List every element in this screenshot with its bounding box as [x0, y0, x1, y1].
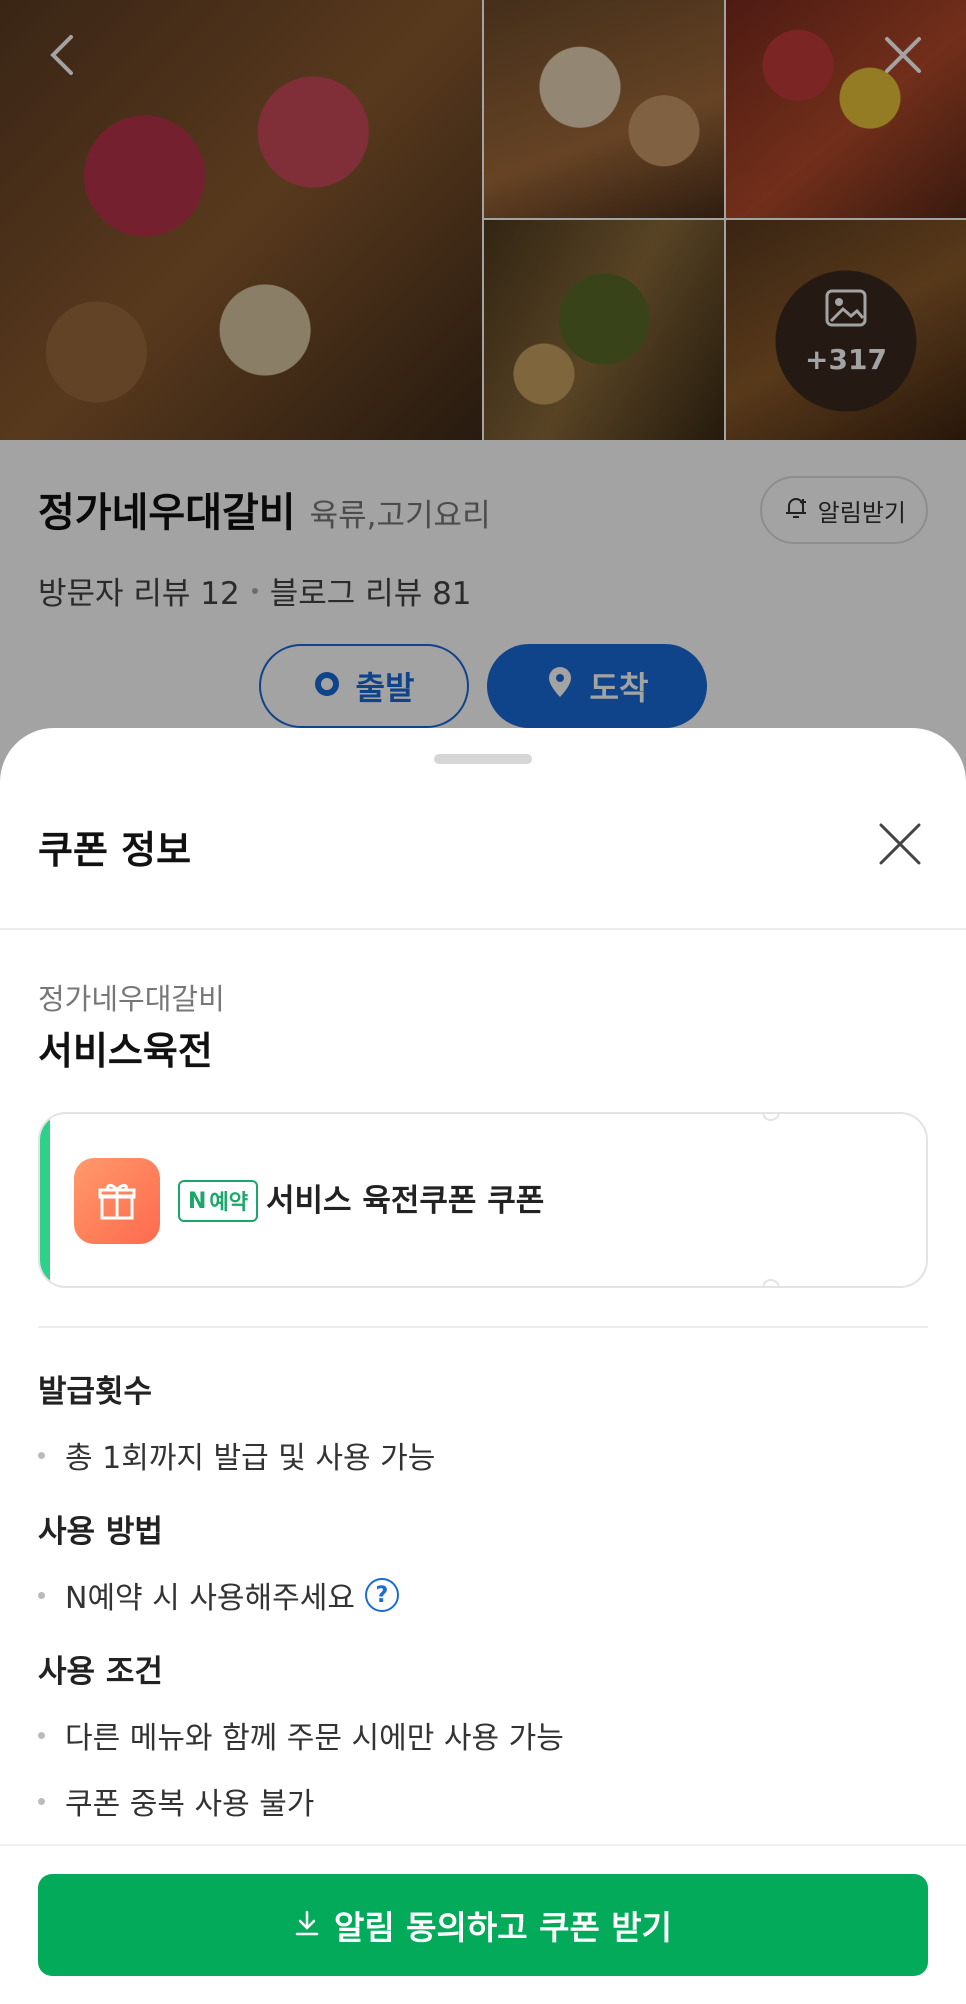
- n-logo: N: [188, 1188, 207, 1214]
- get-coupon-button[interactable]: 알림 동의하고 쿠폰 받기: [38, 1874, 928, 1976]
- coupon-sheet: 쿠폰 정보 정가네우대갈비 서비스육전 N 예약 서비스 육전쿠폰 쿠폰 발급횟…: [0, 728, 966, 2004]
- gift-icon: [74, 1158, 160, 1244]
- coupon-name: 서비스육전: [38, 1029, 213, 1073]
- divider: [0, 1844, 966, 1846]
- download-icon: [294, 1906, 320, 1945]
- divider: [0, 928, 966, 930]
- close-icon: [878, 822, 922, 870]
- usage-conditions-section: 사용 조건 다른 메뉴와 함께 주문 시에만 사용 가능 쿠폰 중복 사용 불가: [38, 1646, 928, 1823]
- badge-label: 예약: [209, 1190, 249, 1214]
- coupon-store-name: 정가네우대갈비: [38, 982, 225, 1016]
- list-item: 쿠폰 중복 사용 불가: [38, 1779, 928, 1823]
- list-item: N예약 시 사용해주세요 ?: [38, 1573, 928, 1617]
- sheet-title: 쿠폰 정보: [38, 827, 192, 872]
- cta-label: 알림 동의하고 쿠폰 받기: [333, 1908, 673, 1947]
- divider: [38, 1326, 928, 1328]
- section-title: 사용 방법: [38, 1514, 163, 1550]
- coupon-title: 서비스 육전쿠폰 쿠폰: [266, 1183, 545, 1219]
- help-icon[interactable]: ?: [364, 1578, 399, 1612]
- list-item: 다른 메뉴와 함께 주문 시에만 사용 가능: [38, 1713, 928, 1757]
- issue-count-section: 발급횟수 총 1회까지 발급 및 사용 가능: [38, 1366, 928, 1477]
- coupon-card: N 예약 서비스 육전쿠폰 쿠폰: [38, 1112, 928, 1288]
- usage-method-section: 사용 방법 N예약 시 사용해주세요 ?: [38, 1506, 928, 1617]
- section-title: 사용 조건: [38, 1654, 163, 1690]
- section-title: 발급횟수: [38, 1374, 153, 1410]
- sheet-drag-handle[interactable]: [434, 754, 532, 764]
- coupon-notch: [762, 1114, 780, 1121]
- coupon-notch: [762, 1279, 780, 1286]
- coupon-stripe: [40, 1114, 50, 1286]
- n-reservation-badge: N 예약: [178, 1180, 259, 1222]
- list-item: 총 1회까지 발급 및 사용 가능: [38, 1433, 928, 1477]
- sheet-close-button[interactable]: [872, 818, 928, 874]
